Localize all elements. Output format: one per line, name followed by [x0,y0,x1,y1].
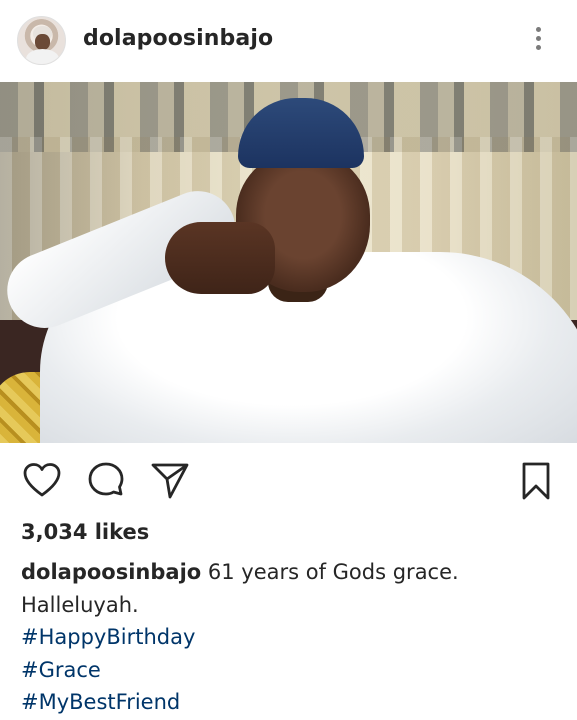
avatar-body [26,49,59,64]
more-options-icon[interactable] [522,24,554,58]
hashtag-mybestfriend[interactable]: #MyBestFriend [21,686,561,719]
likes-count[interactable]: 3,034 likes [21,520,149,544]
caption-text: 61 years of Gods grace. [201,560,459,584]
comment-icon[interactable] [86,461,126,501]
username[interactable]: dolapoosinbajo [83,26,273,51]
caption-line: dolapoosinbajo 61 years of Gods grace. [21,556,561,589]
heart-icon[interactable] [22,461,62,501]
hashtag-grace[interactable]: #Grace [21,654,561,687]
action-bar [0,443,577,513]
caption-username[interactable]: dolapoosinbajo [21,560,201,584]
avatar[interactable] [17,16,66,65]
post-image[interactable] [0,82,577,443]
paper-plane-icon[interactable] [150,461,190,501]
hashtag-happybirthday[interactable]: #HappyBirthday [21,621,561,654]
bookmark-icon[interactable] [516,461,556,501]
caption: dolapoosinbajo 61 years of Gods grace. H… [21,556,561,719]
caption-text-2: Halleluyah. [21,592,139,617]
hand [165,222,275,294]
post-header: dolapoosinbajo [0,0,577,82]
avatar-face [35,34,50,50]
